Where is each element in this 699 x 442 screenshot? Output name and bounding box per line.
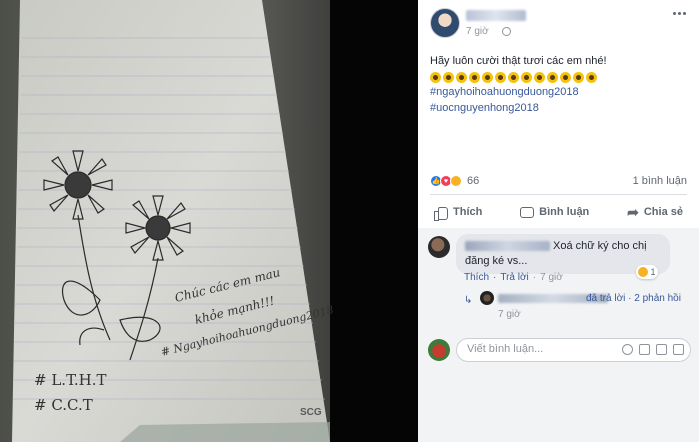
more-options-icon[interactable] [673,8,689,18]
post-time[interactable]: 7 giờ [466,26,489,37]
author-avatar[interactable] [430,8,460,38]
post-header: 7 giờ [430,6,689,42]
sunflower-icon [456,71,467,83]
comments-area: Xoá chữ ký cho chị đăng ké vs... 1 Thích… [418,228,699,442]
haha-icon [638,267,649,277]
sunflower-icon [469,71,480,83]
post-actions: Thích Bình luận ➦ Chia sẻ [430,198,687,226]
sunflower-icon [482,71,493,83]
sunflower-icon [534,71,545,83]
sunflower-icon [508,71,519,83]
reply-time: 7 giờ [498,309,521,320]
haha-reaction-icon [450,175,462,187]
sunflower-icon [560,71,571,83]
sunflower-icon [573,71,584,83]
photo-viewer: Chúc các em mau khỏe mạnh!!! # Ngayhoiho… [0,0,699,442]
post-message-text: Hãy luôn cười thật tươi các em nhé! [430,55,607,67]
sticker-icon[interactable] [673,344,684,355]
like-button[interactable]: Thích [430,206,486,221]
sunflower-emoji-row [430,70,688,84]
camera-icon[interactable] [639,344,650,355]
photo-panel[interactable]: Chúc các em mau khỏe mạnh!!! # Ngayhoiho… [0,0,418,442]
commenter-avatar[interactable] [428,236,450,258]
hashtag-link[interactable]: #ngayhoihoahuongduong2018 [430,84,688,100]
current-user-avatar [428,339,450,361]
share-icon: ➦ [627,203,639,220]
comment-like-link[interactable]: Thích [464,272,489,283]
sunflower-icon [443,71,454,83]
replier-avatar [480,291,494,305]
replies-link[interactable]: ↳ đã trả lời · 2 phản hồi 7 giờ [464,291,694,321]
tag-cct: # C.C.T [34,396,93,414]
comment-reaction-badge[interactable]: 1 [636,265,658,279]
comment-button[interactable]: Bình luận [516,206,593,218]
gif-icon[interactable] [656,344,667,355]
emoji-icon[interactable] [622,344,633,355]
composer-icons [622,344,684,355]
notebook-brand: SCG [300,407,322,418]
sunflower-icon [521,71,532,83]
commenter-name-blurred[interactable] [465,241,550,252]
globe-icon [502,27,511,36]
comment-label: Bình luận [539,206,590,218]
author-name-blurred[interactable] [466,10,526,21]
comment-reply-link[interactable]: Trả lời [500,272,528,283]
share-label: Chia sẻ [643,206,683,218]
comment-reaction-count: 1 [650,267,656,277]
reaction-count[interactable]: 66 [467,175,479,187]
notebook-photo: Chúc các em mau khỏe mạnh!!! # Ngayhoiho… [0,0,418,442]
thumbs-up-icon [434,206,448,221]
reply-arrow-icon: ↳ [464,295,473,306]
sunflower-icon [495,71,506,83]
comment-time[interactable]: 7 giờ [540,272,563,283]
comment-composer: Viết bình luận... [428,338,691,362]
share-button[interactable]: ➦ Chia sẻ [623,203,687,220]
comment-count[interactable]: 1 bình luận [633,175,687,187]
divider [430,194,687,195]
comment-icon [520,206,535,218]
tag-lhth: # L.T.H.T [34,371,107,389]
comment-input[interactable]: Viết bình luận... [456,338,691,362]
comment-input-placeholder: Viết bình luận... [467,343,544,355]
sunflower-icon [547,71,558,83]
post-message: Hãy luôn cười thật tươi các em nhé! #nga… [430,53,688,116]
like-label: Thích [453,206,483,218]
comment-meta: Thích · Trả lời · 7 giờ [464,272,563,283]
post-panel: 7 giờ Hãy luôn cười thật tươi các em nhé… [418,0,699,442]
reply-summary[interactable]: đã trả lời · 2 phản hồi [586,293,681,304]
sunflower-icon [586,71,597,83]
hashtag-link[interactable]: #uocnguyenhong2018 [430,100,688,116]
reaction-summary[interactable]: 👍 ♥ 66 [430,173,479,189]
sunflower-icon [430,71,441,83]
